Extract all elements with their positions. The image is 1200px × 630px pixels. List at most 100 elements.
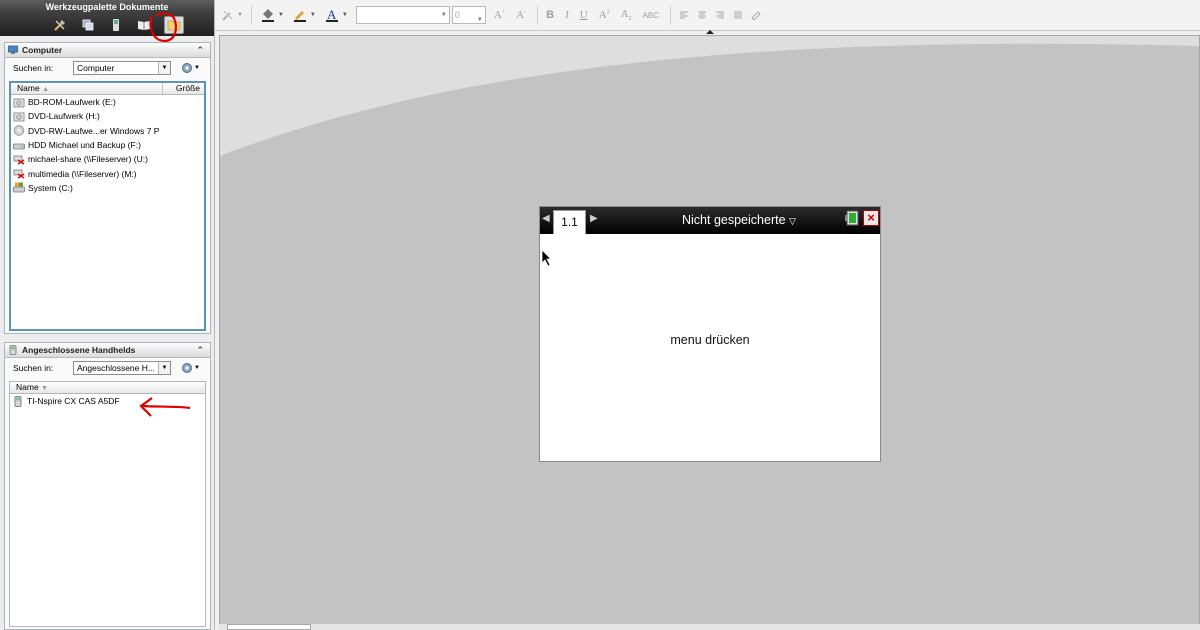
handhelds-section-header[interactable]: Angeschlossene Handhelds ⌃ [5,343,210,358]
align-right-icon [716,11,725,19]
handheld-icon [113,19,119,31]
handhelds-location-select[interactable]: Angeschlossene H... ▼ [73,361,171,375]
page-prev-icon[interactable]: ◀ [542,213,550,224]
mouse-pointer-icon [541,249,552,267]
document-workspace[interactable]: ◀ 1.1 ▶ Nicht gespeicherte ▽ × menu drüc… [219,35,1200,625]
svg-text:A: A [327,7,337,22]
toolbar-divider [670,5,672,25]
handhelds-search-row: Suchen in: Angeschlossene H... ▼ ▼ [5,358,210,378]
document-title[interactable]: Nicht gespeicherte ▽ [682,213,796,227]
handheld-view-button[interactable] [108,17,124,33]
chevron-down-icon: ▼ [237,12,243,18]
italic-button[interactable]: I [565,9,569,21]
optical-drive-icon [13,97,25,108]
size-column-header[interactable]: Größe [163,83,204,94]
justify-button[interactable] [733,10,743,20]
name-column-header[interactable]: Name ▲ [11,83,163,94]
close-icon[interactable]: × [863,210,879,226]
pencil-icon [293,11,306,22]
sort-descending-icon: ▼ [41,385,48,392]
chevron-down-icon: ▼ [476,17,483,23]
app-window: Werkzeugpalette Dokumente Computer ⌃ Suc… [0,0,1200,630]
chevron-down-icon: ▼ [440,12,447,18]
computer-location-select[interactable]: Computer ▼ [73,61,171,75]
toolbar-caret-icon [706,30,714,34]
collapse-chevron-icon[interactable]: ⌃ [196,45,204,56]
align-right-button[interactable] [715,10,725,20]
subscript-button[interactable]: A2 [621,8,632,22]
align-left-icon [680,11,689,19]
list-item[interactable]: michael-share (\\Fileserver) (U:) [11,152,204,166]
computer-search-row: Suchen in: Computer ▼ ▼ [5,58,210,78]
font-family-select[interactable]: ▼ [355,6,450,24]
text-color-button[interactable]: A ▼ [324,7,348,23]
computer-icon [8,45,18,54]
text-color-icon: A [325,7,338,22]
network-drive-disconnected-icon [13,154,25,165]
computer-location-value: Computer [77,63,115,73]
align-center-icon [698,11,707,19]
list-item-label: DVD-Laufwerk (H:) [28,111,100,122]
computer-search-label: Suchen in: [13,63,54,73]
dropdown-triangle-icon: ▽ [789,216,796,226]
decrease-font-button[interactable]: A- [516,9,526,21]
list-item[interactable]: DVD-RW-Laufwe...er Windows 7 P [11,124,204,138]
page-thumbnail-tab[interactable] [227,624,311,630]
fill-color-button[interactable]: ▼ [260,7,284,23]
handhelds-section-title: Angeschlossene Handhelds [22,345,136,355]
list-item[interactable]: System (C:) [11,181,204,195]
list-item-label: BD-ROM-Laufwerk (E:) [28,97,116,108]
gear-icon [182,63,192,73]
bold-button[interactable]: B [546,9,554,21]
justify-icon [734,11,743,19]
handhelds-options-button[interactable]: ▼ [181,362,200,374]
line-color-button[interactable]: ▼ [292,7,316,23]
list-item-label: multimedia (\\Fileserver) (M:) [28,168,137,179]
list-item[interactable]: BD-ROM-Laufwerk (E:) [11,95,204,109]
list-item[interactable]: HDD Michael und Backup (F:) [11,138,204,152]
list-item[interactable]: multimedia (\\Fileserver) (M:) [11,166,204,180]
computer-section-title: Computer [22,45,63,55]
page-tab[interactable]: 1.1 [553,210,586,234]
collapse-chevron-icon[interactable]: ⌃ [196,345,204,356]
attributes-button[interactable]: ▼ [221,8,243,22]
strikethrough-button[interactable]: ABC [643,11,659,20]
toolbar-divider [250,5,252,25]
clear-format-button[interactable] [751,10,761,20]
handheld-title-bar: ◀ 1.1 ▶ Nicht gespeicherte ▽ × [540,207,880,234]
chevron-down-icon: ▼ [158,362,170,374]
align-left-button[interactable] [679,10,689,20]
chevron-down-icon: ▼ [341,12,348,18]
calculator-icon [12,395,24,407]
chevron-down-icon: ▼ [309,12,316,18]
list-item[interactable]: DVD-Laufwerk (H:) [11,109,204,123]
computer-section-header[interactable]: Computer ⌃ [5,43,210,58]
menu-prompt-text: menu drücken [670,333,750,347]
handhelds-search-label: Suchen in: [13,363,54,373]
page-next-icon[interactable]: ▶ [590,213,598,224]
format-toolbar: ▼ ▼ ▼ A ▼ ▼ 0 ▼ A+ A- B I U A2 A2 ABC [215,0,1200,31]
computer-section: Computer ⌃ Suchen in: Computer ▼ ▼ Name … [4,42,211,334]
annotation-circle [149,12,177,43]
handhelds-section: Angeschlossene Handhelds ⌃ Suchen in: An… [4,342,211,630]
superscript-button[interactable]: A2 [599,9,610,21]
calculator-icon [9,345,17,355]
computer-list-header: Name ▲ Größe [11,83,204,95]
disc-icon [13,125,25,136]
computer-file-list: Name ▲ Größe BD-ROM-Laufwerk (E:) DVD-Lau… [9,81,206,331]
name-column-header[interactable]: Name ▼ [10,382,162,393]
handheld-screen[interactable]: ◀ 1.1 ▶ Nicht gespeicherte ▽ × menu drüc… [539,206,881,462]
font-size-select[interactable]: 0 ▼ [451,6,486,24]
underline-button[interactable]: U [580,9,588,21]
battery-icon [845,210,859,226]
computer-options-button[interactable]: ▼ [181,62,200,74]
chevron-down-icon: ▼ [277,12,284,18]
gear-icon [182,363,192,373]
tools-button[interactable] [52,17,68,33]
align-center-button[interactable] [697,10,707,20]
document-toolbox-panel: Werkzeugpalette Dokumente Computer ⌃ Suc… [0,0,215,630]
page-strip [219,624,1200,630]
increase-font-button[interactable]: A+ [494,9,505,21]
page-sorter-button[interactable] [80,17,96,33]
list-item-label: HDD Michael und Backup (F:) [28,140,141,151]
